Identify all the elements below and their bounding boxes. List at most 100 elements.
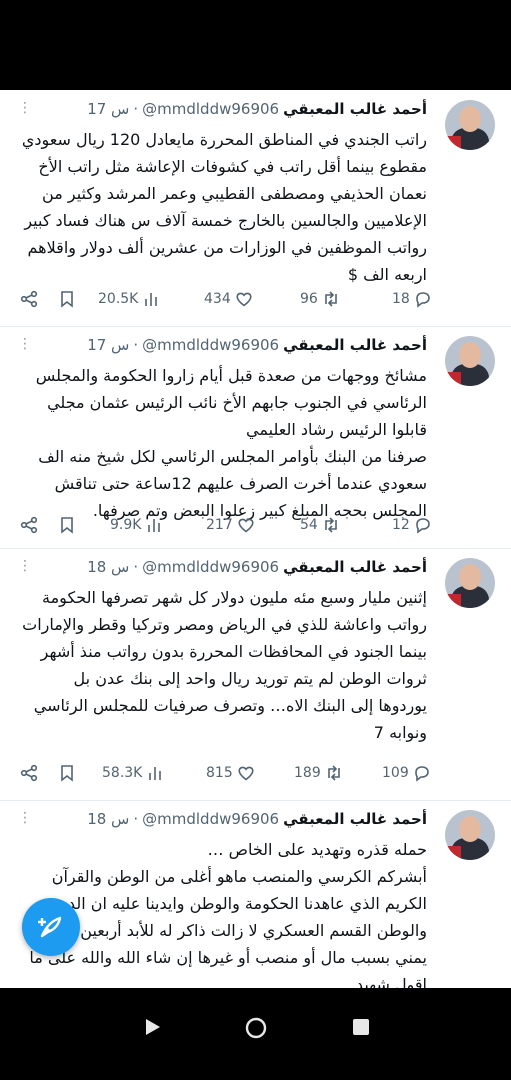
share-button[interactable] (20, 290, 38, 308)
author-name[interactable]: أحمد غالب المعبقي (283, 100, 427, 118)
author-handle: @mmdlddw96906 (142, 100, 280, 118)
bookmark-icon (61, 765, 73, 782)
likes-value: 434 (204, 291, 231, 307)
separator-dot: · (133, 810, 139, 828)
views-value: 58.3K (102, 765, 143, 781)
retweet-button[interactable]: 96 (300, 290, 340, 308)
tweet-time: 18 س (87, 810, 130, 828)
reply-icon (416, 518, 430, 534)
tweet-time: 17 س (87, 100, 130, 118)
back-icon[interactable] (142, 1016, 164, 1038)
views-value: 9.9K (110, 517, 142, 533)
share-icon (20, 764, 38, 782)
avatar[interactable] (445, 558, 495, 608)
views-count[interactable]: 20.5K (98, 290, 160, 308)
tweet[interactable]: أحمد غالب المعبقي @mmdlddw96906 · 17 س ⋮… (0, 90, 511, 327)
analytics-icon (149, 767, 162, 780)
more-options-icon[interactable]: ⋮ (18, 336, 32, 352)
like-button[interactable]: 815 (206, 764, 255, 782)
share-icon (20, 516, 38, 534)
author-handle: @mmdlddw96906 (142, 810, 280, 828)
author-handle: @mmdlddw96906 (142, 336, 280, 354)
tweet-paragraph: أبشركم الكرسي والمنصب ماهو أغلى من الوطن… (29, 867, 427, 988)
bookmark-icon (61, 517, 73, 534)
recents-icon[interactable] (350, 1016, 372, 1038)
home-icon[interactable] (244, 1016, 268, 1040)
avatar[interactable] (445, 100, 495, 150)
analytics-icon (148, 519, 161, 532)
share-icon (20, 290, 38, 308)
separator-dot: · (133, 100, 139, 118)
views-value: 20.5K (98, 291, 139, 307)
retweets-value: 54 (300, 517, 318, 533)
share-button[interactable] (20, 516, 38, 534)
tweet-text: حمله قذره وتهديد على الخاص … أبشركم الكر… (20, 836, 427, 988)
retweets-value: 189 (294, 765, 321, 781)
reply-button[interactable]: 12 (392, 516, 432, 534)
tweet-actions: 20.5K 434 96 18 (20, 290, 430, 314)
replies-value: 12 (392, 517, 410, 533)
bookmark-button[interactable] (58, 516, 76, 534)
timeline[interactable]: أحمد غالب المعبقي @mmdlddw96906 · 17 س ⋮… (0, 90, 511, 988)
author-handle: @mmdlddw96906 (142, 558, 280, 576)
tweet-time: 17 س (87, 336, 130, 354)
more-options-icon[interactable]: ⋮ (18, 100, 32, 116)
tweet-paragraph: راتب الجندي في المناطق المحررة مايعادل 1… (21, 130, 427, 284)
tweet[interactable]: أحمد غالب المعبقي @mmdlddw96906 · 18 س ⋮… (0, 800, 511, 988)
tweet[interactable]: أحمد غالب المعبقي @mmdlddw96906 · 17 س ⋮… (0, 326, 511, 549)
separator-dot: · (133, 558, 139, 576)
bookmark-icon (61, 291, 73, 308)
separator-dot: · (133, 336, 139, 354)
tweet-header: أحمد غالب المعبقي @mmdlddw96906 · 17 س (87, 336, 427, 354)
like-button[interactable]: 434 (204, 290, 253, 308)
views-count[interactable]: 9.9K (110, 516, 163, 534)
analytics-icon (145, 293, 158, 306)
share-button[interactable] (20, 764, 38, 782)
views-count[interactable]: 58.3K (102, 764, 164, 782)
tweet-header: أحمد غالب المعبقي @mmdlddw96906 · 17 س (87, 100, 427, 118)
tweet-paragraph: إثنين مليار وسبع مئه مليون دولار كل شهر … (22, 588, 427, 742)
tweet-text: مشائخ ووجهات من صعدة قبل أيام زاروا الحك… (20, 362, 427, 524)
retweet-button[interactable]: 189 (294, 764, 343, 782)
tweet-time: 18 س (87, 558, 130, 576)
like-button[interactable]: 217 (206, 516, 255, 534)
compose-tweet-button[interactable] (22, 898, 80, 956)
heart-icon (238, 518, 254, 533)
retweet-icon (327, 765, 340, 781)
tweet-paragraph: صرفنا من البنك بأوامر المجلس الرئاسي لكل… (38, 447, 427, 520)
tweet[interactable]: أحمد غالب المعبقي @mmdlddw96906 · 18 س ⋮… (0, 548, 511, 801)
tweet-header: أحمد غالب المعبقي @mmdlddw96906 · 18 س (87, 810, 427, 828)
avatar[interactable] (445, 810, 495, 860)
system-navigation-bar (0, 988, 511, 1080)
bookmark-button[interactable] (58, 290, 76, 308)
avatar[interactable] (445, 336, 495, 386)
retweet-icon (325, 517, 337, 533)
tweet-text: إثنين مليار وسبع مئه مليون دولار كل شهر … (20, 584, 427, 746)
compose-icon (38, 916, 62, 938)
reply-icon (416, 292, 430, 308)
likes-value: 815 (206, 765, 233, 781)
bookmark-button[interactable] (58, 764, 76, 782)
likes-value: 217 (206, 517, 233, 533)
retweet-button[interactable]: 54 (300, 516, 340, 534)
tweet-header: أحمد غالب المعبقي @mmdlddw96906 · 18 س (87, 558, 427, 576)
author-name[interactable]: أحمد غالب المعبقي (283, 336, 427, 354)
replies-value: 109 (382, 765, 409, 781)
retweet-icon (325, 291, 337, 307)
heart-icon (236, 292, 252, 307)
tweet-actions: 9.9K 217 54 12 (20, 516, 430, 540)
tweet-text: راتب الجندي في المناطق المحررة مايعادل 1… (20, 126, 427, 288)
reply-icon (414, 766, 429, 782)
tweet-paragraph: حمله قذره وتهديد على الخاص … (207, 840, 427, 859)
retweets-value: 96 (300, 291, 318, 307)
author-name[interactable]: أحمد غالب المعبقي (283, 558, 427, 576)
author-name[interactable]: أحمد غالب المعبقي (283, 810, 427, 828)
reply-button[interactable]: 18 (392, 290, 432, 308)
replies-value: 18 (392, 291, 410, 307)
heart-icon (238, 766, 254, 781)
more-options-icon[interactable]: ⋮ (18, 810, 32, 826)
status-bar (0, 0, 511, 90)
more-options-icon[interactable]: ⋮ (18, 558, 32, 574)
reply-button[interactable]: 109 (382, 764, 431, 782)
tweet-paragraph: مشائخ ووجهات من صعدة قبل أيام زاروا الحك… (35, 366, 427, 439)
